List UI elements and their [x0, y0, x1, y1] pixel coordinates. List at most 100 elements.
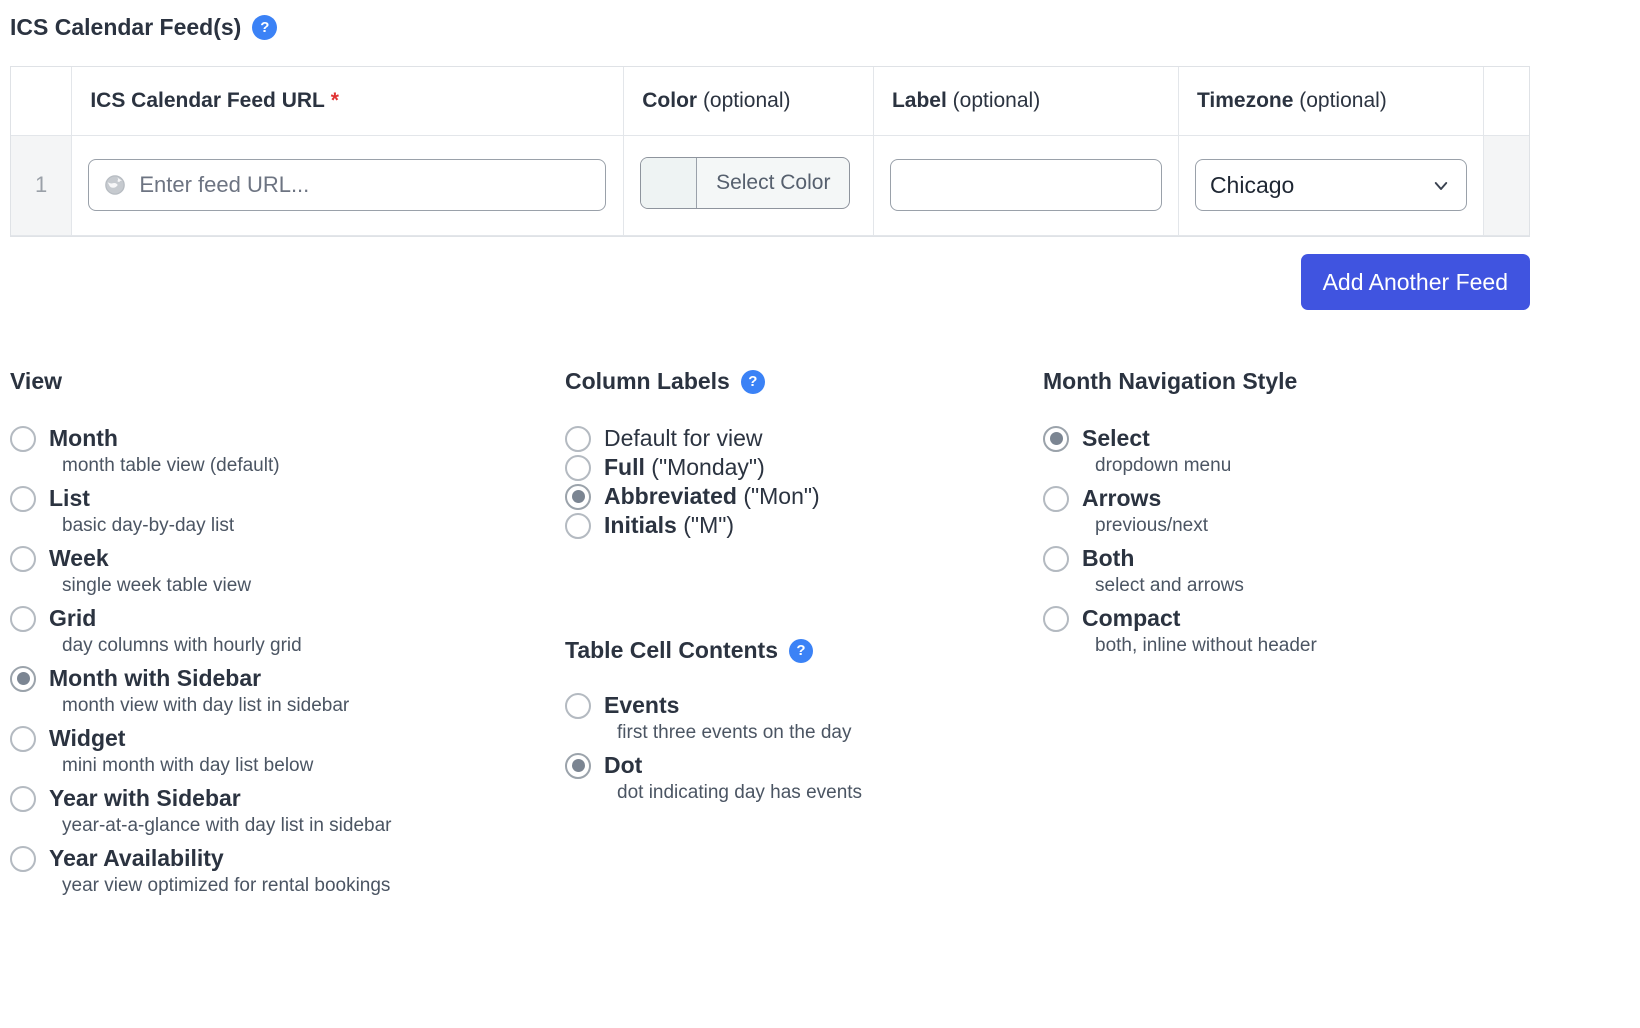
- column-header-actions: [1482, 67, 1529, 136]
- cell-feed-url: [71, 134, 625, 236]
- radio-label-text: Compact: [1082, 605, 1181, 631]
- radio-circle[interactable]: [10, 725, 36, 752]
- column-header-url-text: ICS Calendar Feed URL: [90, 88, 325, 112]
- radio-view-year-availability[interactable]: Year Availability: [10, 845, 530, 872]
- radio-description: both, inline without header: [1095, 635, 1317, 656]
- radio-description: year view optimized for rental bookings: [62, 875, 391, 896]
- radio-circle[interactable]: [1043, 425, 1069, 452]
- radio-circle[interactable]: [1043, 485, 1069, 512]
- column-header-color: Color (optional): [623, 67, 874, 136]
- add-another-feed-button[interactable]: Add Another Feed: [1300, 254, 1530, 310]
- radio-view-grid[interactable]: Grid: [10, 605, 530, 632]
- radio-label: Select: [1082, 425, 1150, 452]
- radio-collabel-abbreviated[interactable]: Abbreviated ("Mon"): [565, 483, 1025, 510]
- radio-circle[interactable]: [565, 483, 591, 510]
- radio-label: Dot: [604, 752, 642, 779]
- radio-circle[interactable]: [10, 425, 36, 452]
- radio-label: Events: [604, 692, 679, 719]
- radio-label: Grid: [49, 605, 96, 632]
- timezone-selected-value: Chicago: [1209, 171, 1295, 198]
- radio-circle[interactable]: [565, 454, 591, 481]
- radio-label: Arrows: [1082, 485, 1161, 512]
- radio-nav-arrows[interactable]: Arrows: [1043, 485, 1563, 512]
- select-color-button[interactable]: Select Color: [640, 157, 851, 209]
- radio-circle[interactable]: [10, 845, 36, 872]
- radio-nav-both[interactable]: Both: [1043, 545, 1563, 572]
- radio-description: month table view (default): [62, 455, 280, 476]
- table-cell-group-title-text: Table Cell Contents: [565, 637, 778, 663]
- radio-label-text: Dot: [604, 752, 643, 778]
- radio-label-text: Widget: [49, 725, 126, 751]
- radio-label-text: Grid: [49, 605, 97, 631]
- radio-description: single week table view: [62, 575, 252, 596]
- radio-nav-select[interactable]: Select: [1043, 425, 1563, 452]
- column-header-label-optional: (optional): [952, 88, 1041, 112]
- radio-nav-compact[interactable]: Compact: [1043, 605, 1563, 632]
- required-asterisk: *: [330, 88, 339, 112]
- radio-circle[interactable]: [10, 665, 36, 692]
- page-title: ICS Calendar Feed(s): [10, 14, 242, 40]
- radio-circle[interactable]: [565, 512, 591, 539]
- radio-label-text: Month: [49, 425, 118, 451]
- radio-label: Abbreviated ("Mon"): [604, 483, 820, 510]
- radio-circle[interactable]: [565, 425, 591, 452]
- chevron-down-icon[interactable]: [1432, 177, 1450, 195]
- radio-label: List: [49, 485, 90, 512]
- radio-view-week[interactable]: Week: [10, 545, 530, 572]
- feed-label-input[interactable]: [889, 159, 1162, 211]
- feeds-section-title: ICS Calendar Feed(s) ?: [10, 14, 278, 41]
- radio-label: Year Availability: [49, 845, 224, 872]
- radio-label: Full ("Monday"): [604, 454, 765, 481]
- radio-circle[interactable]: [10, 485, 36, 512]
- radio-label-suffix: ("M"): [683, 512, 735, 538]
- radio-view-widget[interactable]: Widget: [10, 725, 530, 752]
- column-header-color-optional: (optional): [702, 88, 791, 112]
- radio-description: mini month with day list below: [62, 755, 314, 776]
- radio-circle[interactable]: [565, 692, 591, 719]
- radio-cell-dot[interactable]: Dot: [565, 752, 1025, 779]
- radio-circle[interactable]: [10, 785, 36, 812]
- help-icon[interactable]: ?: [740, 369, 765, 394]
- radio-label-text: Week: [49, 545, 109, 571]
- radio-circle[interactable]: [565, 752, 591, 779]
- settings-page: ICS Calendar Feed(s) ? ICS Calendar Feed…: [0, 0, 1640, 1028]
- radio-label: Week: [49, 545, 109, 572]
- radio-circle[interactable]: [10, 545, 36, 572]
- radio-description: select and arrows: [1095, 575, 1244, 596]
- table-header-row: ICS Calendar Feed URL * Color (optional)…: [11, 67, 1529, 136]
- radio-circle[interactable]: [1043, 545, 1069, 572]
- help-icon[interactable]: ?: [252, 15, 278, 40]
- view-group-title-text: View: [10, 368, 62, 394]
- radio-circle[interactable]: [1043, 605, 1069, 632]
- radio-description: dot indicating day has events: [617, 782, 863, 803]
- cell-timezone: Chicago: [1177, 134, 1484, 236]
- column-header-timezone-optional: (optional): [1299, 88, 1387, 112]
- month-nav-group-title-text: Month Navigation Style: [1043, 368, 1298, 394]
- radio-view-month[interactable]: Month: [10, 425, 530, 452]
- radio-collabel-full[interactable]: Full ("Monday"): [565, 454, 1025, 481]
- radio-label: Month with Sidebar: [49, 665, 261, 692]
- radio-description: day columns with hourly grid: [62, 635, 302, 656]
- radio-view-year-with-sidebar[interactable]: Year with Sidebar: [10, 785, 530, 812]
- feed-url-wrapper: [88, 159, 607, 211]
- row-index: 1: [11, 134, 73, 236]
- radio-circle[interactable]: [10, 605, 36, 632]
- radio-view-list[interactable]: List: [10, 485, 530, 512]
- radio-cell-events[interactable]: Events: [565, 692, 1025, 719]
- color-swatch[interactable]: [641, 158, 698, 208]
- column-labels-column: Column Labels ? Default for view Full ("…: [565, 368, 1025, 812]
- help-icon[interactable]: ?: [789, 638, 813, 663]
- radio-view-month-with-sidebar[interactable]: Month with Sidebar: [10, 665, 530, 692]
- radio-label-text: Abbreviated: [604, 483, 737, 509]
- timezone-select[interactable]: Chicago: [1194, 159, 1467, 211]
- radio-label-text: Events: [604, 692, 680, 718]
- feed-url-input[interactable]: [88, 159, 607, 211]
- radio-label: Initials ("M"): [604, 512, 734, 539]
- view-options-column: View Month month table view (default) Li…: [10, 368, 530, 905]
- radio-collabel-initials[interactable]: Initials ("M"): [565, 512, 1025, 539]
- table-cell-group-title: Table Cell Contents ?: [565, 637, 1025, 664]
- radio-label-text: Arrows: [1082, 485, 1162, 511]
- radio-label-text: Month with Sidebar: [49, 665, 262, 691]
- radio-collabel-default[interactable]: Default for view: [565, 425, 1025, 452]
